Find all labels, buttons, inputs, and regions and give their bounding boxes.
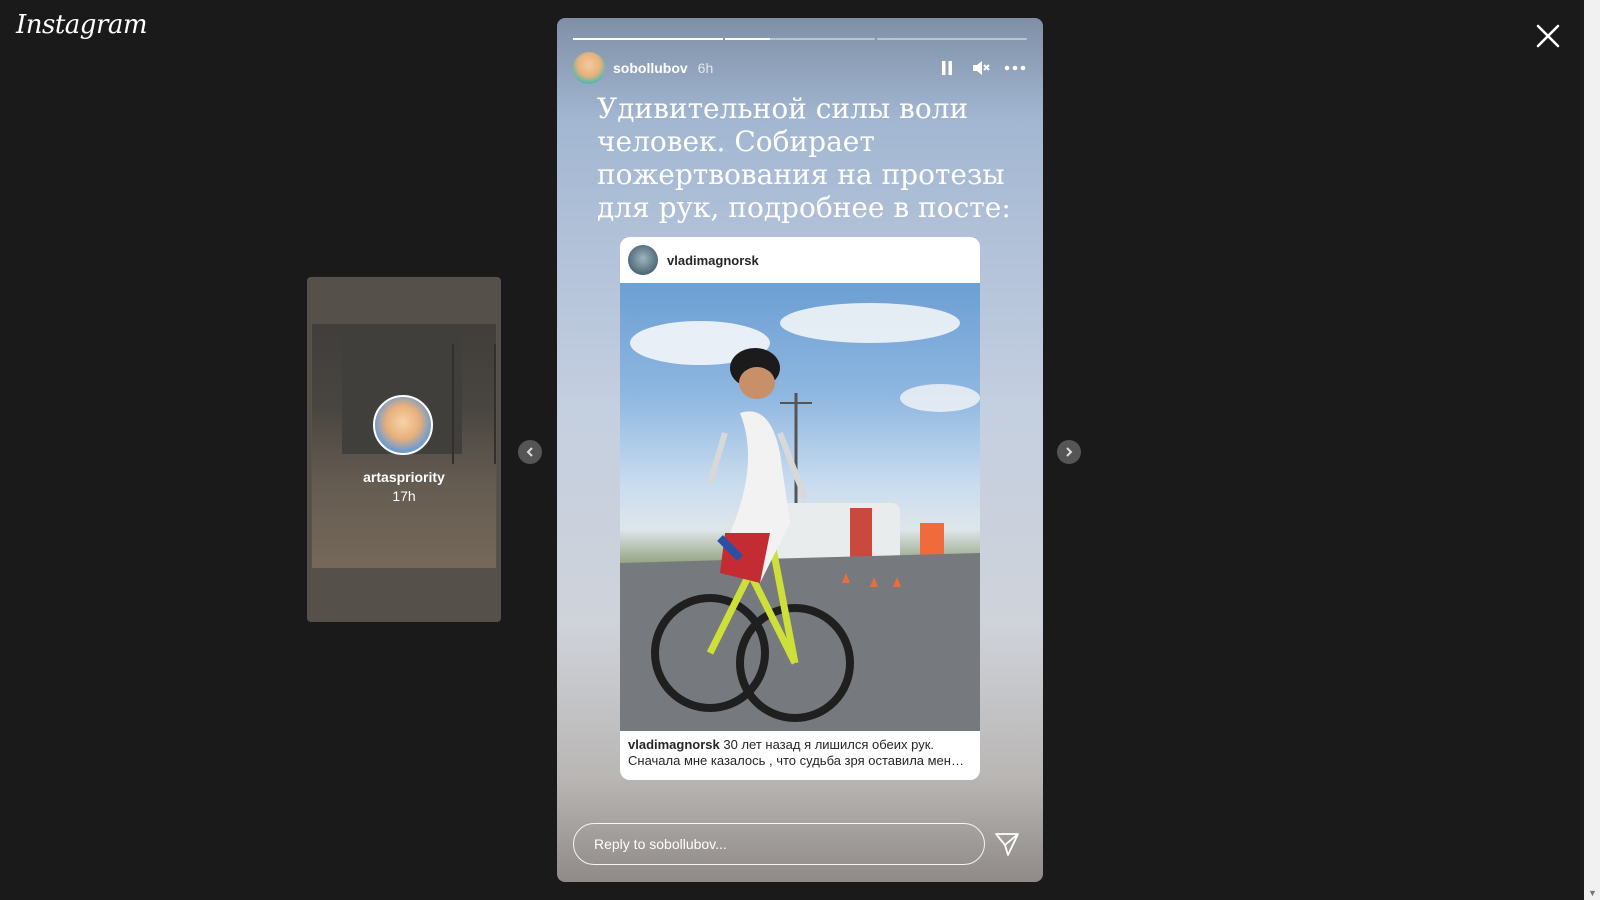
post-header: vladimagnorsk xyxy=(620,237,980,283)
caption-text: 30 лет назад я лишился обеих рук. xyxy=(723,737,935,752)
caption-username: vladimagnorsk xyxy=(628,737,720,752)
instagram-logo[interactable]: Instagram xyxy=(16,10,148,40)
story-viewer[interactable]: sobollubov 6h Удивительной силы воли чел… xyxy=(557,18,1043,882)
post-caption: vladimagnorsk 30 лет назад я лишился обе… xyxy=(628,737,972,769)
story-preview-card[interactable]: artaspriority 17h xyxy=(307,277,501,622)
scroll-down-icon[interactable]: ▼ xyxy=(1588,888,1597,898)
progress-segment xyxy=(877,38,1027,40)
shared-post-card[interactable]: vladimagnorsk vladimagnorsk 30 лет назад… xyxy=(620,237,980,780)
story-time: 6h xyxy=(697,60,714,76)
pause-icon[interactable] xyxy=(935,56,959,80)
preview-avatar xyxy=(373,395,433,455)
story-header: sobollubov 6h xyxy=(573,52,1027,84)
avatar[interactable] xyxy=(573,52,605,84)
chevron-left-icon[interactable] xyxy=(518,440,542,464)
scrollbar[interactable]: ▼ xyxy=(1584,0,1600,900)
post-username: vladimagnorsk xyxy=(667,252,759,268)
progress-segment xyxy=(573,38,723,40)
reply-input[interactable]: Reply to sobollubov... xyxy=(573,823,985,865)
story-username[interactable]: sobollubov xyxy=(613,60,688,76)
story-progress xyxy=(573,38,1027,40)
post-avatar xyxy=(628,245,658,275)
volume-muted-icon[interactable] xyxy=(969,56,993,80)
preview-username: artaspriority xyxy=(363,469,445,485)
caption-text-line2: Сначала мне казалось , что судьба зря ос… xyxy=(628,753,964,768)
preview-time: 17h xyxy=(392,488,416,504)
close-icon[interactable] xyxy=(1532,20,1564,52)
send-icon[interactable] xyxy=(993,830,1021,858)
post-image xyxy=(620,283,980,731)
progress-segment xyxy=(725,38,875,40)
chevron-right-icon[interactable] xyxy=(1057,440,1081,464)
more-icon[interactable] xyxy=(1003,56,1027,80)
story-text: Удивительной силы воли человек. Собирает… xyxy=(597,92,1011,224)
reply-placeholder: Reply to sobollubov... xyxy=(594,836,727,852)
